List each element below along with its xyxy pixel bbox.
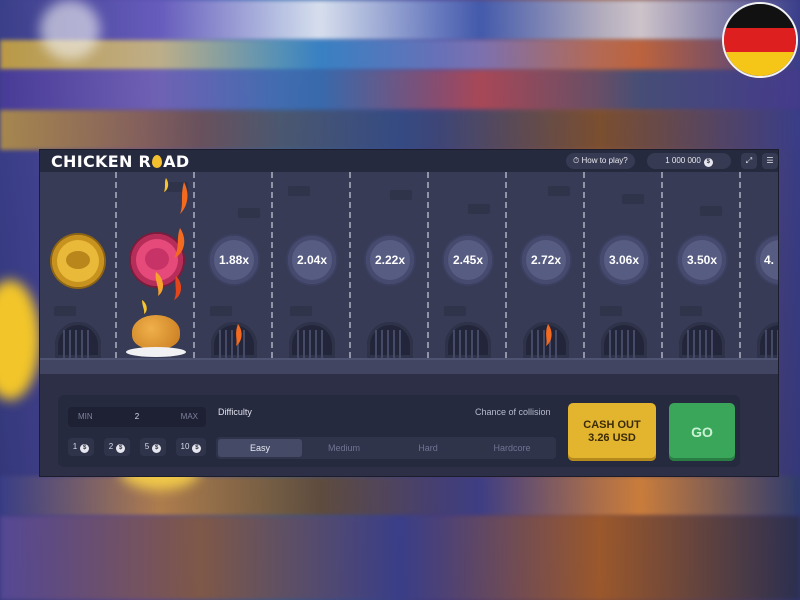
game-logo: CHICKEN R AD bbox=[51, 152, 190, 171]
multiplier-coin: 2.45x bbox=[444, 236, 492, 284]
difficulty-medium[interactable]: Medium bbox=[302, 439, 386, 457]
cash-out-button[interactable]: CASH OUT 3.26 USD bbox=[568, 403, 656, 461]
control-panel: MIN 2 MAX 1 $ 2 $ 5 $ 10 $ Difficulty Chance… bbox=[58, 395, 740, 467]
fire-icon bbox=[236, 324, 242, 346]
currency-icon: $ bbox=[703, 158, 713, 167]
currency-icon: $ bbox=[80, 444, 90, 453]
difficulty-easy[interactable]: Easy bbox=[218, 439, 302, 457]
cash-out-label: CASH OUT bbox=[583, 419, 641, 431]
cash-out-amount: 3.26 USD bbox=[588, 432, 636, 444]
collision-chance-label: Chance of collision bbox=[475, 407, 551, 417]
top-bar: CHICKEN R AD ⏱ How to play? 1 000 000 $ ⤢ … bbox=[40, 150, 778, 172]
go-button[interactable]: GO bbox=[669, 403, 735, 461]
multiplier-coin: 3.50x bbox=[678, 236, 726, 284]
difficulty-label: Difficulty bbox=[218, 407, 252, 417]
bet-section: MIN 2 MAX 1 $ 2 $ 5 $ 10 $ bbox=[68, 401, 206, 461]
roast-chicken-icon bbox=[132, 315, 180, 349]
fire-icon bbox=[546, 324, 552, 346]
multiplier-coin: 3.06x bbox=[600, 236, 648, 284]
currency-icon: $ bbox=[192, 444, 202, 453]
menu-icon[interactable]: ☰ bbox=[762, 153, 778, 169]
multiplier-coin: 2.72x bbox=[522, 236, 570, 284]
clock-icon: ⏱ bbox=[573, 156, 580, 165]
max-bet-button[interactable]: MAX bbox=[181, 407, 198, 427]
curb bbox=[40, 358, 778, 374]
bet-amount-input[interactable]: MIN 2 MAX bbox=[68, 407, 206, 427]
egg-icon bbox=[152, 155, 163, 168]
difficulty-selector: Easy Medium Hard Hardcore bbox=[216, 437, 556, 459]
balance-display: 1 000 000 $ bbox=[647, 153, 731, 169]
game-window: CHICKEN R AD ⏱ How to play? 1 000 000 $ ⤢ … bbox=[40, 150, 778, 476]
quick-bet-2[interactable]: 2 $ bbox=[104, 438, 130, 456]
how-to-play-button[interactable]: ⏱ How to play? bbox=[566, 153, 635, 169]
multiplier-coin: 2.04x bbox=[288, 236, 336, 284]
difficulty-hardcore[interactable]: Hardcore bbox=[470, 439, 554, 457]
how-to-play-label: How to play? bbox=[581, 156, 628, 165]
quick-bet-10[interactable]: 10 $ bbox=[176, 438, 206, 456]
plate-icon bbox=[126, 347, 186, 357]
quick-bet-1[interactable]: 1 $ bbox=[68, 438, 94, 456]
quick-bet-5[interactable]: 5 $ bbox=[140, 438, 166, 456]
balance-value: 1 000 000 bbox=[665, 156, 701, 165]
multiplier-coin: 1.88x bbox=[210, 236, 258, 284]
road: 1.88x 2.04x 2.22x 2.45x 2.72x 3.06x 3.50… bbox=[40, 172, 778, 374]
germany-flag-icon bbox=[722, 2, 798, 78]
fullscreen-icon[interactable]: ⤢ bbox=[741, 153, 757, 169]
difficulty-hard[interactable]: Hard bbox=[386, 439, 470, 457]
start-coin-icon bbox=[52, 235, 104, 287]
currency-icon: $ bbox=[152, 444, 162, 453]
multiplier-coin: 2.22x bbox=[366, 236, 414, 284]
currency-icon: $ bbox=[116, 444, 126, 453]
